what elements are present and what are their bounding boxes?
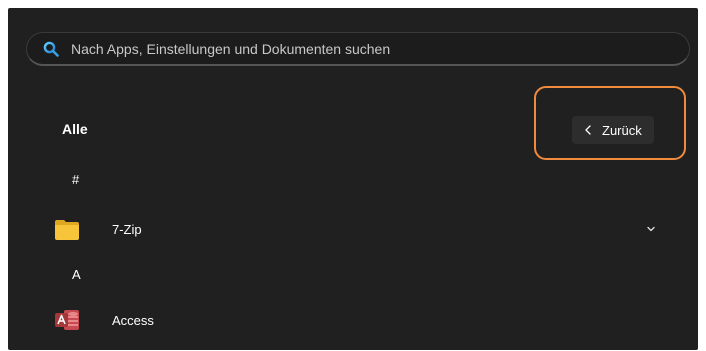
access-icon (55, 310, 79, 330)
app-label: Access (112, 312, 154, 328)
app-label: 7-Zip (112, 221, 142, 237)
group-header-hash[interactable]: # (72, 172, 79, 187)
folder-icon (55, 220, 79, 240)
chevron-down-icon[interactable] (645, 223, 657, 235)
app-item-7zip[interactable]: 7-Zip (44, 209, 684, 249)
app-item-access[interactable]: Access (44, 300, 684, 340)
section-title-all: Alle (62, 121, 88, 137)
search-icon (43, 41, 59, 57)
start-menu-all-apps-panel: Alle Zurück # 7-Zip A Access (8, 8, 698, 350)
group-header-a[interactable]: A (72, 267, 81, 282)
search-input[interactable] (71, 33, 671, 65)
back-button-label: Zurück (602, 122, 642, 138)
chevron-left-icon (585, 125, 591, 135)
search-box[interactable] (26, 32, 690, 66)
back-button[interactable]: Zurück (572, 116, 654, 144)
